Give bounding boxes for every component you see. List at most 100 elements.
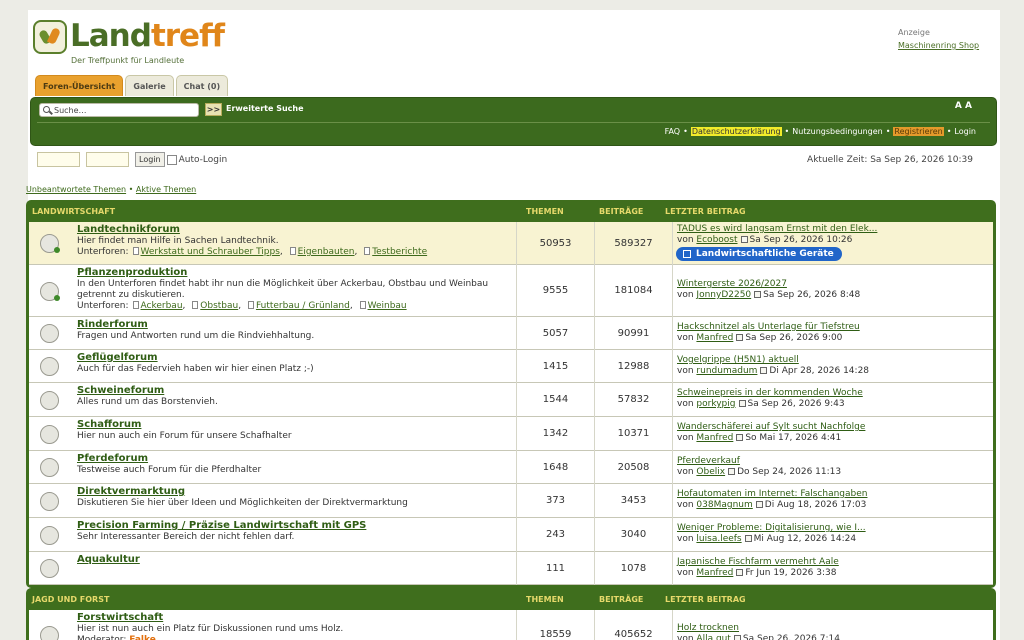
forum-title-link[interactable]: Geflügelforum [77, 352, 158, 363]
subforum-link[interactable]: Ackerbau [141, 301, 183, 311]
search-input[interactable]: Suche… [39, 103, 199, 117]
login-link[interactable]: Login [954, 127, 976, 136]
col-posts-header: BEITRÄGE [599, 207, 644, 216]
subforum-link[interactable]: Eigenbauten [298, 247, 355, 257]
last-post-title-link[interactable]: Holz trocknen [677, 623, 992, 634]
autologin-toggle[interactable]: Auto-Login [166, 154, 228, 165]
category-title[interactable]: LANDWIRTSCHAFT [32, 207, 115, 216]
login-button[interactable]: Login [135, 152, 165, 167]
last-post-meta: von Ecoboost Sa Sep 26, 2026 10:26 [677, 235, 992, 246]
forum-status-icon [40, 626, 59, 640]
username-field[interactable] [37, 152, 80, 167]
last-post-user-link[interactable]: Manfred [696, 333, 733, 343]
forum-title-link[interactable]: Precision Farming / Präzise Landwirtscha… [77, 520, 366, 531]
forum-title-link[interactable]: Direktvermarktung [77, 486, 185, 497]
view-latest-post-icon[interactable] [728, 468, 736, 475]
autologin-checkbox[interactable] [166, 154, 177, 165]
tab-galerie[interactable]: Galerie [125, 75, 174, 96]
category-title[interactable]: JAGD UND FORST [32, 595, 109, 604]
badge-label: Landwirtschaftliche Geräte [696, 249, 834, 259]
view-latest-post-icon[interactable] [755, 501, 763, 508]
font-size-icon[interactable]: A A [955, 101, 972, 111]
view-latest-post-icon[interactable] [744, 535, 752, 542]
last-post-title-link[interactable]: Wintergerste 2026/2027 [677, 279, 992, 290]
last-post-user-link[interactable]: porkypig [696, 399, 735, 409]
subforum-sep: , [279, 247, 286, 257]
view-latest-post-icon[interactable] [738, 400, 746, 407]
forum-status-icon [40, 391, 59, 410]
last-post-user-link[interactable]: Manfred [696, 433, 733, 443]
forum-title-link[interactable]: Aquakultur [77, 554, 140, 565]
last-post-user-link[interactable]: JonnyD2250 [696, 290, 751, 300]
forum-title-link[interactable]: Pflanzenproduktion [77, 267, 187, 278]
unanswered-topics-link[interactable]: Unbeantwortete Themen [26, 185, 126, 194]
topics-count: 9555 [516, 265, 594, 317]
tab-chat[interactable]: Chat (0) [175, 75, 229, 96]
subforum-link[interactable]: Weinbau [368, 301, 407, 311]
posts-count: 20508 [594, 451, 672, 484]
last-post-user-link[interactable]: Ecoboost [696, 235, 737, 245]
last-post-title-link[interactable]: Japanische Fischfarm vermehrt Aale [677, 557, 992, 568]
site-logo[interactable]: Landtreff Der Treffpunkt für Landleute [33, 18, 253, 66]
forum-title-link[interactable]: Forstwirtschaft [77, 612, 163, 623]
subforum-link[interactable]: Werkstatt und Schrauber Tipps [141, 247, 280, 257]
privacy-link[interactable]: Datenschutzerklärung [690, 127, 782, 136]
last-post-title-link[interactable]: Pferdeverkauf [677, 456, 992, 467]
topics-count: 5057 [516, 317, 594, 350]
subforum-list: Unterforen: Ackerbau, Obstbau, Futterbau … [77, 301, 407, 311]
last-post-user-link[interactable]: luisa.leefs [696, 534, 741, 544]
last-post-title-link[interactable]: Hackschnitzel als Unterlage für Tiefstre… [677, 322, 992, 333]
search-go-button[interactable]: >> [205, 103, 222, 116]
forum-title-link[interactable]: Landtechnikforum [77, 224, 180, 235]
col-lastpost-header: LETZTER BEITRAG [665, 595, 746, 604]
ad-link[interactable]: Maschinenring Shop [898, 41, 994, 50]
last-post-title-link[interactable]: Hofautomaten im Internet: Falschangaben [677, 489, 992, 500]
last-post-user-link[interactable]: Obelix [696, 467, 725, 477]
last-post-user-link[interactable]: Alla gut [696, 634, 730, 640]
forum-title-link[interactable]: Schweineforum [77, 385, 164, 396]
forum-title-link[interactable]: Schafforum [77, 419, 141, 430]
view-latest-post-icon[interactable] [736, 334, 744, 341]
view-latest-post-icon[interactable] [736, 434, 744, 441]
subforum-link[interactable]: Futterbau / Grünland [256, 301, 350, 311]
category-badge[interactable]: Landwirtschaftliche Geräte [676, 247, 842, 261]
topics-count: 243 [516, 518, 594, 552]
last-post-meta: von Manfred Sa Sep 26, 2026 9:00 [677, 333, 992, 344]
last-post-user-link[interactable]: Manfred [696, 568, 733, 578]
last-post-date: Mi Aug 12, 2026 14:24 [753, 534, 857, 544]
last-post-user-link[interactable]: rundumadum [696, 366, 757, 376]
view-latest-post-icon[interactable] [760, 367, 768, 374]
view-latest-post-icon[interactable] [754, 291, 762, 298]
forum-status-icon [40, 458, 59, 477]
terms-link[interactable]: Nutzungsbedingungen [792, 127, 882, 136]
col-topics-header: THEMEN [526, 207, 564, 216]
active-topics-link[interactable]: Aktive Themen [136, 185, 196, 194]
last-post-date: Sa Sep 26, 2026 8:48 [763, 290, 861, 300]
last-post-by: von [677, 634, 694, 640]
quicklinks-sep: • [126, 185, 136, 194]
view-latest-post-icon[interactable] [736, 569, 744, 576]
view-latest-post-icon[interactable] [733, 635, 741, 640]
tab-foren-uebersicht[interactable]: Foren-Übersicht [35, 75, 124, 96]
last-post-date: Sa Sep 26, 2026 9:43 [747, 399, 845, 409]
last-post-title-link[interactable]: Vogelgrippe (H5N1) aktuell [677, 355, 992, 366]
last-post-title-link[interactable]: TADUS es wird langsam Ernst mit den Elek… [677, 224, 992, 235]
autologin-label: Auto-Login [178, 154, 228, 165]
subforum-link[interactable]: Obstbau [200, 301, 238, 311]
advanced-search-link[interactable]: Erweiterte Suche [226, 104, 304, 113]
faq-link[interactable]: FAQ [665, 127, 681, 136]
forum-description: Hier nun auch ein Forum für unsere Schaf… [77, 431, 292, 441]
password-field[interactable] [86, 152, 129, 167]
register-link[interactable]: Registrieren [893, 127, 944, 136]
last-post-title-link[interactable]: Weniger Probleme: Digitalisierung, wie I… [677, 523, 992, 534]
subforum-icon [132, 301, 139, 309]
forum-title-link[interactable]: Rinderforum [77, 319, 148, 330]
forum-title-link[interactable]: Pferdeforum [77, 453, 148, 464]
last-post-meta: von 038Magnum Di Aug 18, 2026 17:03 [677, 500, 992, 511]
last-post-title-link[interactable]: Schweinepreis in der kommenden Woche [677, 388, 992, 399]
subforum-link[interactable]: Testberichte [372, 247, 427, 257]
last-post-title-link[interactable]: Wanderschäferei auf Sylt sucht Nachfolge [677, 422, 992, 433]
view-latest-post-icon[interactable] [740, 236, 748, 243]
moderator-name[interactable]: Falke [129, 635, 156, 640]
last-post-user-link[interactable]: 038Magnum [696, 500, 752, 510]
